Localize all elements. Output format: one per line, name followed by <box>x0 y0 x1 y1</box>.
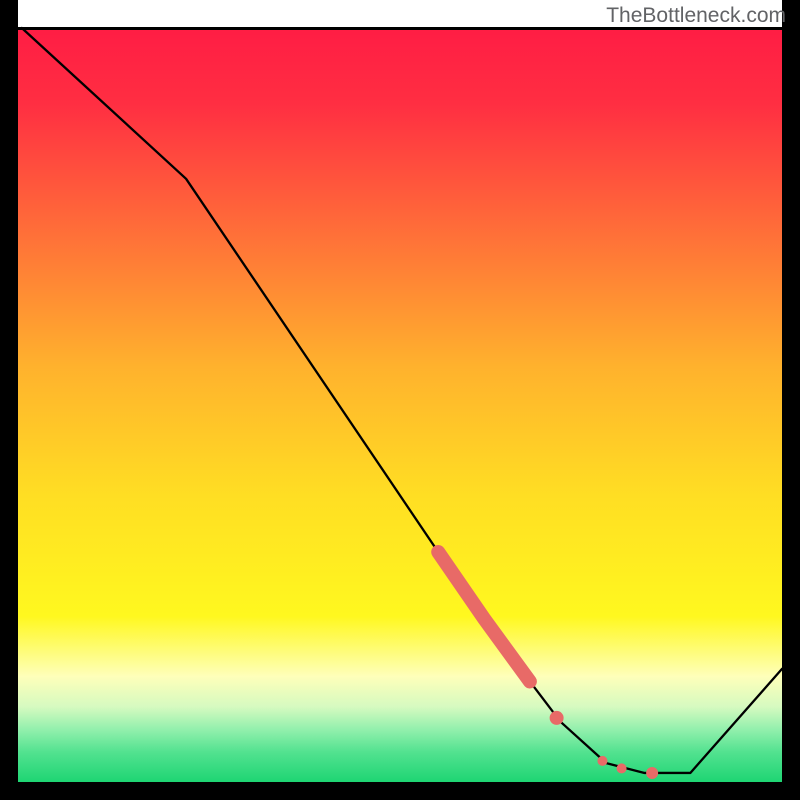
highlight-dot <box>617 763 627 773</box>
highlight-dot <box>646 767 658 779</box>
plot-background <box>18 28 782 782</box>
highlight-dot <box>597 756 607 766</box>
watermark-text: TheBottleneck.com <box>606 4 786 28</box>
frame-right <box>782 0 800 800</box>
frame-left <box>0 0 18 800</box>
highlight-dot <box>550 711 564 725</box>
frame-bottom <box>0 782 800 800</box>
